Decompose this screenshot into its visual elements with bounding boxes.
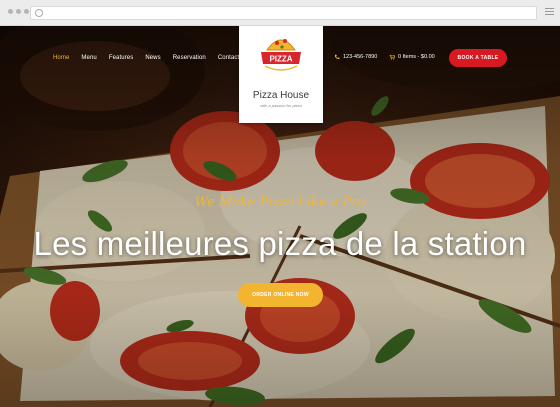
hero-tagline: We Make Pizza Like a Pro bbox=[194, 195, 366, 210]
site-logo[interactable]: PIZZA Pizza House with a passion for piz… bbox=[239, 26, 323, 123]
phone-number: 123-456-7890 bbox=[343, 54, 378, 60]
site-info-icon bbox=[35, 9, 43, 17]
hero-section: Home Menu Features News Reservation Cont… bbox=[0, 26, 560, 407]
window-dot-icon[interactable] bbox=[24, 9, 29, 14]
window-dot-icon[interactable] bbox=[16, 9, 21, 14]
logo-name: Pizza House bbox=[252, 90, 310, 101]
nav-item-home[interactable]: Home bbox=[53, 55, 69, 61]
logo-badge-text: PIZZA bbox=[269, 55, 292, 64]
window-controls bbox=[8, 9, 29, 14]
nav-item-menu[interactable]: Menu bbox=[81, 55, 96, 61]
book-a-table-button[interactable]: BOOK A TABLE bbox=[449, 49, 507, 67]
cart-summary[interactable]: 0 Items - $0.00 bbox=[389, 54, 435, 60]
nav-item-features[interactable]: Features bbox=[109, 55, 133, 61]
main-nav: Home Menu Features News Reservation Cont… bbox=[53, 55, 254, 61]
order-online-button[interactable]: ORDER ONLINE NOW bbox=[238, 283, 323, 307]
nav-item-news[interactable]: News bbox=[145, 55, 160, 61]
pizza-logo-icon: PIZZA bbox=[261, 39, 301, 71]
nav-item-reservation[interactable]: Reservation bbox=[173, 55, 206, 61]
window-dot-icon[interactable] bbox=[8, 9, 13, 14]
logo-tagline: with a passion for pizza bbox=[260, 103, 302, 108]
browser-menu-icon[interactable] bbox=[545, 8, 554, 17]
address-bar[interactable] bbox=[30, 6, 537, 20]
phone-icon bbox=[334, 54, 340, 59]
phone-contact[interactable]: 123-456-7890 bbox=[334, 54, 377, 60]
browser-toolbar bbox=[0, 0, 560, 26]
hero-headline: Les meilleures pizza de la station bbox=[33, 225, 527, 262]
cart-icon bbox=[389, 54, 395, 60]
cart-text: 0 Items - $0.00 bbox=[398, 54, 435, 60]
